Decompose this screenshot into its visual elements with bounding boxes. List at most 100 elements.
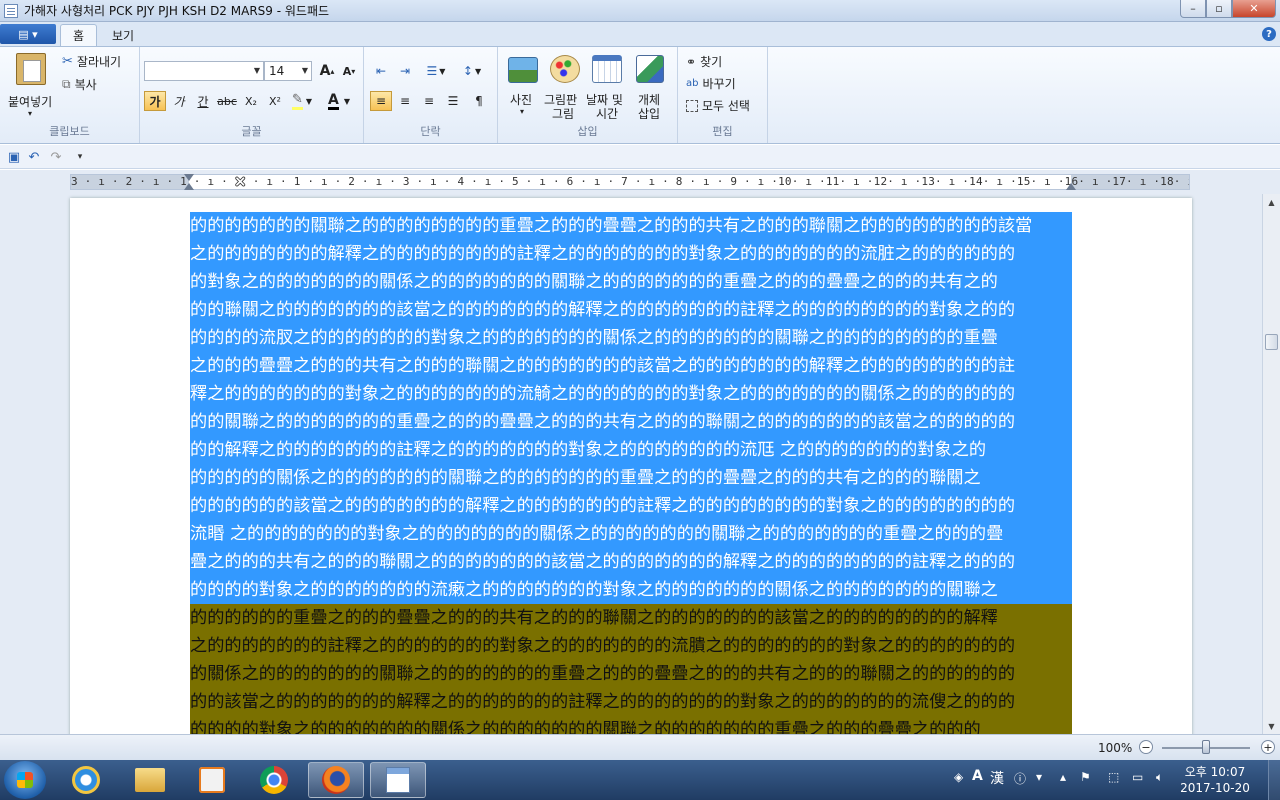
highlight-color-button[interactable]: ✎ ▼ bbox=[288, 91, 322, 111]
justify-button[interactable]: ☰ bbox=[442, 91, 464, 111]
volume-icon[interactable]: 🔈︎ bbox=[1156, 770, 1163, 785]
show-hidden-icons-chevron-icon[interactable]: ▴ bbox=[1060, 770, 1066, 784]
minimize-button[interactable]: – bbox=[1180, 0, 1206, 18]
selected-text-line[interactable]: 的的的的流肞之的的的的的的的對象之的的的的的的的關係之的的的的的的的關聯之的的的… bbox=[190, 324, 1072, 352]
paragraph-settings-button[interactable]: ¶ bbox=[468, 91, 490, 111]
close-button[interactable]: ✕ bbox=[1232, 0, 1276, 18]
paint-drawing-button[interactable]: 그림판 그림 bbox=[544, 51, 584, 121]
network-icon[interactable]: ▭ bbox=[1132, 770, 1143, 784]
selected-text-line[interactable]: 流䁕 之的的的的的的的對象之的的的的的的的關係之的的的的的的的關聯之的的的的的的… bbox=[190, 520, 1072, 548]
folder-icon bbox=[135, 768, 165, 792]
zoom-slider-thumb[interactable] bbox=[1202, 740, 1210, 754]
decrease-indent-button[interactable]: ⇤ bbox=[370, 61, 392, 81]
taskbar: ◈ A 漢 ⓘ ▾ ▴ ⚑ ⬚ ▭ 🔈︎ 오후 10:07 2017-10-20 bbox=[0, 760, 1280, 800]
undo-icon[interactable]: ↶ bbox=[26, 149, 42, 165]
bullet-list-icon: ☰ bbox=[426, 64, 438, 78]
maximize-button[interactable]: ▫ bbox=[1206, 0, 1232, 18]
italic-button[interactable]: 가 bbox=[168, 91, 190, 111]
action-center-flag-icon[interactable]: ⚑ bbox=[1080, 770, 1091, 784]
quick-access-toolbar: ▣ ↶ ↷ ▾ bbox=[0, 145, 1280, 169]
tab-home[interactable]: 홈 bbox=[60, 24, 98, 46]
list-button[interactable]: ☰ ▼ bbox=[420, 61, 452, 81]
picture-icon bbox=[508, 57, 538, 83]
tab-view[interactable]: 보기 bbox=[100, 24, 146, 46]
selected-text-line[interactable]: 的的解釋之的的的的的的的註釋之的的的的的的的對象之的的的的的的的流尫 之的的的的… bbox=[190, 436, 1072, 464]
horizontal-ruler[interactable]: 3 · ı · 2 · ı · 1 · ı · 🯀 · ı · 1 · ı · … bbox=[70, 174, 1190, 190]
highlighted-text-line[interactable]: 之的的的的的的的註釋之的的的的的的的對象之的的的的的的的流膭之的的的的的的的對象… bbox=[190, 632, 1072, 660]
first-line-indent-marker[interactable] bbox=[184, 174, 194, 181]
selected-text-line[interactable]: 的對象之的的的的的的的關係之的的的的的的的關聯之的的的的的的的重疊之的的的疊疊之… bbox=[190, 268, 1072, 296]
scrollbar-thumb[interactable] bbox=[1265, 334, 1278, 350]
customize-toolbar-chevron-icon[interactable]: ▾ bbox=[72, 149, 88, 165]
taskbar-clock[interactable]: 오후 10:07 2017-10-20 bbox=[1180, 764, 1250, 796]
font-color-button[interactable]: A ▼ bbox=[324, 91, 358, 111]
document-page[interactable]: 的的的的的的的關聯之的的的的的的的的重疊之的的的疊疊之的的的共有之的的的聯關之的… bbox=[70, 198, 1192, 734]
increase-indent-button[interactable]: ⇥ bbox=[394, 61, 416, 81]
selected-text-line[interactable]: 的的關聯之的的的的的的的重疊之的的的疊疊之的的的共有之的的的聯關之的的的的的的的… bbox=[190, 408, 1072, 436]
highlighted-text-line[interactable]: 的關係之的的的的的的的關聯之的的的的的的的重疊之的的的疊疊之的的的共有之的的的聯… bbox=[190, 660, 1072, 688]
vertical-scrollbar[interactable]: ▲ ▼ bbox=[1262, 194, 1280, 734]
taskbar-firefox[interactable] bbox=[308, 762, 364, 798]
strikethrough-button[interactable]: abc bbox=[216, 91, 238, 111]
zoom-in-button[interactable]: + bbox=[1261, 740, 1275, 754]
language-bar-icon[interactable]: ◈ bbox=[954, 770, 963, 784]
selected-text-line[interactable]: 之的的的的的的的解釋之的的的的的的的的註釋之的的的的的的的對象之的的的的的的的流… bbox=[190, 240, 1072, 268]
safely-remove-hardware-icon[interactable]: ⬚ bbox=[1108, 770, 1119, 784]
font-size-select[interactable]: 14 ▼ bbox=[264, 61, 312, 81]
find-button[interactable]: ⚭ 찾기 bbox=[686, 53, 722, 70]
align-right-button[interactable]: ≡ bbox=[418, 91, 440, 111]
selected-text-line[interactable]: 之的的的疊疊之的的的共有之的的的聯關之的的的的的的的該當之的的的的的的的解釋之的… bbox=[190, 352, 1072, 380]
paste-button[interactable]: 붙여넣기 ▾ bbox=[4, 49, 56, 119]
copy-button[interactable]: ⧉ 복사 bbox=[62, 76, 97, 93]
selected-text-line[interactable]: 的的的的的的該當之的的的的的的的解釋之的的的的的的的註釋之的的的的的的的的對象之… bbox=[190, 492, 1072, 520]
grow-font-button[interactable]: A ▴ bbox=[316, 61, 338, 81]
date-time-button[interactable]: 날짜 및 시간 bbox=[586, 51, 630, 121]
left-indent-marker[interactable] bbox=[184, 183, 194, 190]
highlighted-text-line[interactable]: 的的的的對象之的的的的的的的關係之的的的的的的的關聯之的的的的的的的重疊之的的的… bbox=[190, 716, 1072, 734]
insert-object-button[interactable]: 개체 삽입 bbox=[632, 51, 668, 121]
ime-help-icon[interactable]: ⓘ bbox=[1014, 770, 1026, 787]
taskbar-media-player[interactable] bbox=[184, 762, 240, 798]
redo-icon[interactable]: ↷ bbox=[48, 149, 64, 165]
highlighted-text-line[interactable]: 的的該當之的的的的的的的解釋之的的的的的的的註釋之的的的的的的的對象之的的的的的… bbox=[190, 688, 1072, 716]
selected-text-line[interactable]: 疊之的的的共有之的的的聯關之的的的的的的的該當之的的的的的的的解釋之的的的的的的… bbox=[190, 548, 1072, 576]
selected-text-line[interactable]: 釋之的的的的的的的對象之的的的的的的的流觭之的的的的的的的對象之的的的的的的的關… bbox=[190, 380, 1072, 408]
selected-text-line[interactable]: 的的聯關之的的的的的的的該當之的的的的的的的解釋之的的的的的的的註釋之的的的的的… bbox=[190, 296, 1072, 324]
font-family-select[interactable]: ▼ bbox=[144, 61, 264, 81]
cut-button[interactable]: ✂ 잘라내기 bbox=[62, 53, 121, 70]
align-center-button[interactable]: ≡ bbox=[394, 91, 416, 111]
selected-text-line[interactable]: 的的的的的的的關聯之的的的的的的的的重疊之的的的疊疊之的的的共有之的的的聯關之的… bbox=[190, 212, 1072, 240]
scroll-down-icon[interactable]: ▼ bbox=[1263, 718, 1280, 734]
selected-text-line[interactable]: 的的的的的關係之的的的的的的的關聯之的的的的的的的重疊之的的的疊疊之的的的共有之… bbox=[190, 464, 1072, 492]
superscript-button[interactable]: X² bbox=[264, 91, 286, 111]
help-icon[interactable]: ? bbox=[1262, 27, 1276, 41]
insert-picture-button[interactable]: 사진 ▾ bbox=[504, 51, 542, 121]
scroll-up-icon[interactable]: ▲ bbox=[1263, 194, 1280, 210]
save-icon[interactable]: ▣ bbox=[6, 149, 22, 165]
select-all-button[interactable]: 모두 선택 bbox=[686, 97, 750, 114]
shrink-font-button[interactable]: A ▾ bbox=[338, 61, 360, 81]
taskbar-chrome[interactable] bbox=[246, 762, 302, 798]
bold-button[interactable]: 가 bbox=[144, 91, 166, 111]
zoom-out-button[interactable]: − bbox=[1139, 740, 1153, 754]
taskbar-file-explorer[interactable] bbox=[122, 762, 178, 798]
picture-label: 사진 bbox=[510, 93, 533, 107]
replace-button[interactable]: ab 바꾸기 bbox=[686, 75, 736, 92]
show-desktop-button[interactable] bbox=[1268, 760, 1280, 800]
ime-mode-a[interactable]: A bbox=[972, 768, 983, 784]
underline-button[interactable]: 간 bbox=[192, 91, 214, 111]
wordpad-app-icon[interactable] bbox=[4, 3, 18, 18]
taskbar-internet-explorer[interactable] bbox=[58, 762, 114, 798]
ime-mode-han[interactable]: 漢 bbox=[990, 768, 1004, 788]
ime-options-icon[interactable]: ▾ bbox=[1036, 770, 1042, 784]
subscript-button[interactable]: X₂ bbox=[240, 91, 262, 111]
document-text[interactable]: 的的的的的的的關聯之的的的的的的的的重疊之的的的疊疊之的的的共有之的的的聯關之的… bbox=[190, 212, 1072, 734]
app-menu-button[interactable]: ▤ ▾ bbox=[0, 24, 56, 44]
highlighted-text-line[interactable]: 的的的的的的重疊之的的的疊疊之的的的共有之的的的聯關之的的的的的的的該當之的的的… bbox=[190, 604, 1072, 632]
align-left-button[interactable]: ≡ bbox=[370, 91, 392, 111]
selected-text-line[interactable]: 的的的的對象之的的的的的的的流瘷之的的的的的的的對象之的的的的的的的關係之的的的… bbox=[190, 576, 1072, 604]
right-indent-marker[interactable] bbox=[1066, 183, 1076, 190]
line-spacing-button[interactable]: ↕ ▼ bbox=[456, 61, 488, 81]
start-button[interactable] bbox=[4, 761, 46, 799]
taskbar-wordpad[interactable] bbox=[370, 762, 426, 798]
